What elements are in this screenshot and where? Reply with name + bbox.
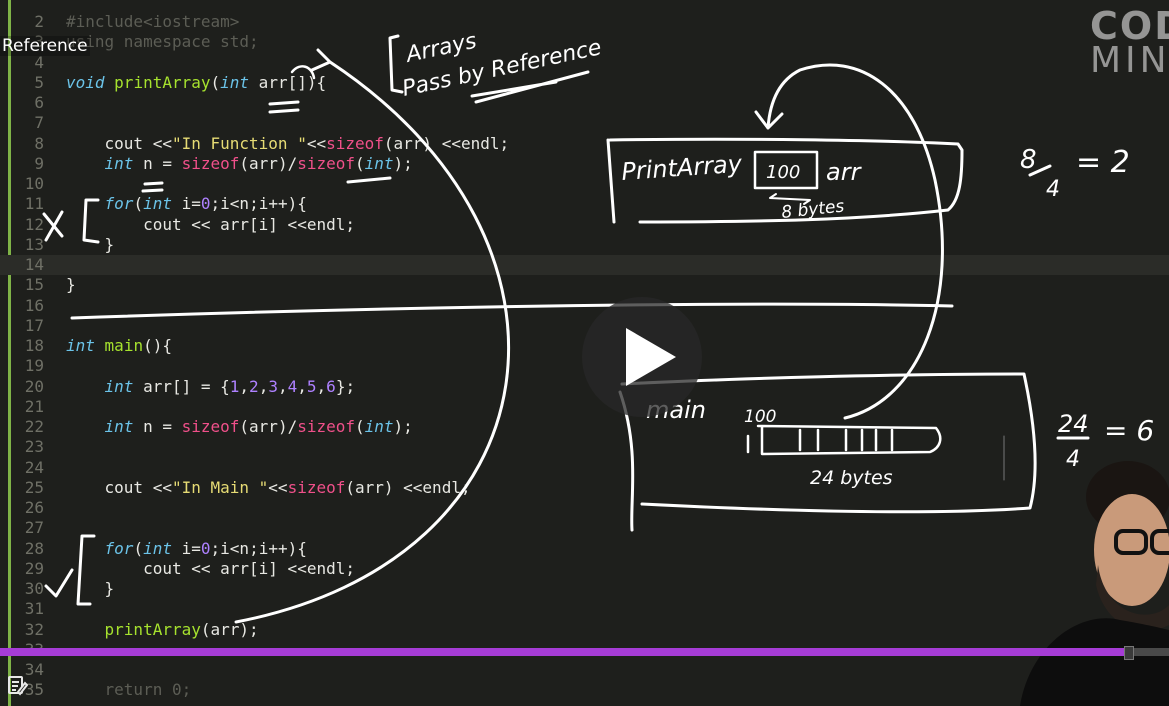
video-frame[interactable]: 2 #include<iostream> 3 using namespace std;…	[0, 0, 1169, 706]
call-arc	[234, 48, 511, 624]
cross-mark	[42, 210, 64, 242]
bracket-2	[76, 534, 96, 606]
presenter-shirt	[1020, 618, 1169, 706]
notes-icon[interactable]	[6, 674, 29, 696]
sizeof-underline	[346, 176, 392, 184]
tick-mark	[44, 568, 74, 598]
equation-1-result: = 2	[1076, 145, 1130, 180]
equation-1-numerator: 8	[1020, 145, 1037, 175]
presenter-webcam	[1020, 461, 1169, 706]
video-progress-handle[interactable]	[1124, 646, 1135, 660]
bracket-3	[388, 34, 404, 94]
equation-1-denominator: 4	[1046, 177, 1060, 202]
video-progress-bar[interactable]	[0, 646, 1169, 660]
equation-2-numerator: 24	[1058, 410, 1089, 438]
separator-line	[70, 302, 954, 320]
main-address: 100	[744, 407, 776, 427]
bracket-1	[82, 198, 100, 244]
equals-mark-2	[141, 181, 164, 193]
video-title-overlay: Reference	[0, 36, 90, 56]
array-box	[756, 424, 942, 456]
twenty-four-bytes-label: 24 bytes	[810, 467, 893, 489]
pointer-value: 100	[766, 162, 800, 183]
param-mark	[290, 65, 316, 80]
equals-mark-1	[268, 100, 300, 114]
pointer-arrow	[754, 63, 944, 420]
play-button[interactable]	[582, 297, 702, 417]
arr-label: arr	[826, 158, 863, 186]
video-progress-fill	[0, 648, 1129, 656]
equation-2-result: = 6	[1104, 414, 1154, 447]
array-cells	[746, 428, 894, 454]
printarray-frame-label: PrintArray	[620, 150, 743, 186]
